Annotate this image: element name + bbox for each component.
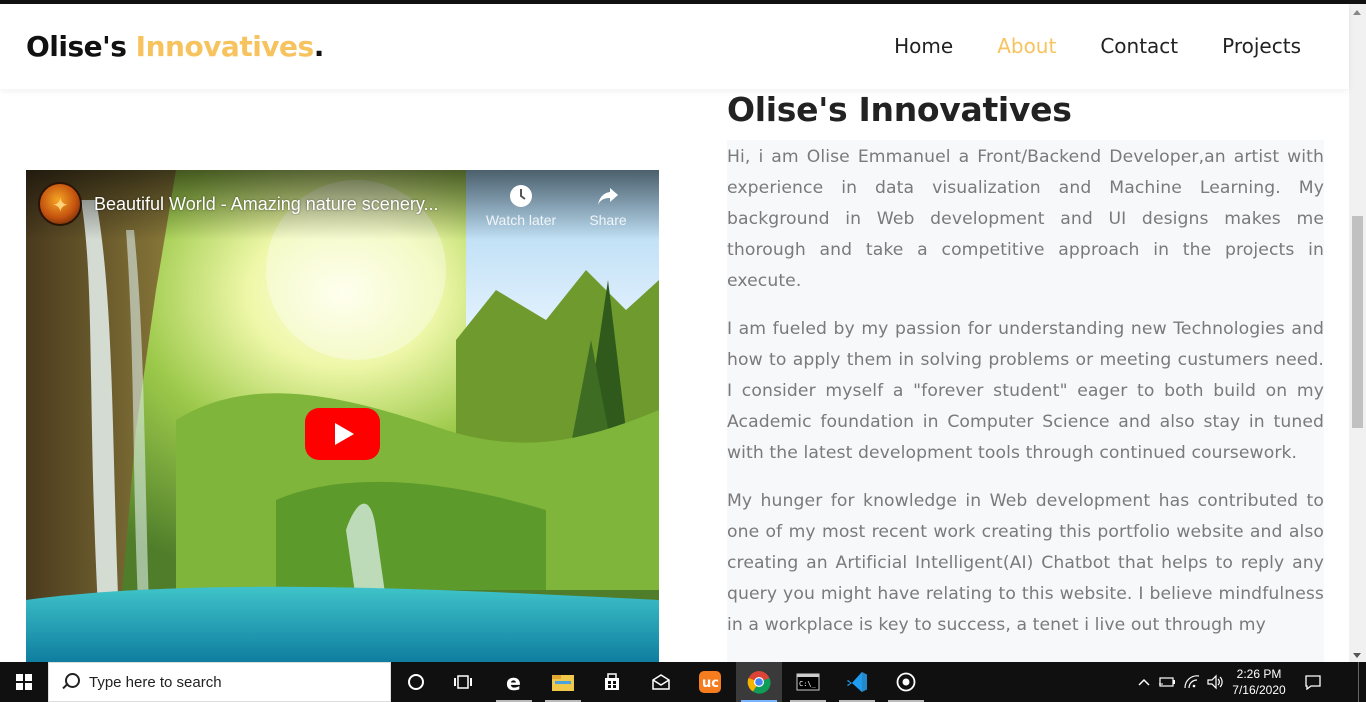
battery-tray[interactable] [1156,662,1178,702]
mail-icon [652,674,670,690]
page-scrollbar[interactable] [1349,4,1366,662]
about-paragraph: My hunger for knowledge in Web developme… [727,491,1324,635]
site-navbar: Olise's Innovatives. Home About Contact … [0,4,1349,89]
chevron-up-icon [1138,678,1150,686]
channel-avatar[interactable]: ✦ [38,182,82,226]
taskbar-app-vscode[interactable] [834,662,880,702]
clock-icon [510,185,532,207]
taskbar-app-file-explorer[interactable] [540,662,586,702]
cortana-icon [408,674,424,690]
windows-taskbar: Type here to search e uc C:\_ 2:26 PM 7/… [0,662,1366,702]
volume-tray[interactable] [1204,662,1226,702]
taskbar-search-box[interactable]: Type here to search [48,662,391,702]
vscode-icon [847,672,867,692]
store-icon [605,673,619,690]
nav-home[interactable]: Home [894,34,953,58]
search-placeholder: Type here to search [89,673,222,691]
cortana-button[interactable] [393,662,439,702]
channel-logo-icon: ✦ [52,193,69,217]
speaker-icon [1207,674,1223,690]
uc-browser-icon: uc [699,671,721,693]
network-tray[interactable] [1181,662,1203,702]
nav-projects[interactable]: Projects [1222,34,1301,58]
taskbar-app-obs[interactable] [883,662,929,702]
about-paragraph: I am fueled by my passion for understand… [727,319,1324,463]
nav-about[interactable]: About [997,34,1056,58]
svg-text:e: e [506,671,521,693]
watch-later-button[interactable]: Watch later [481,184,561,228]
task-view-icon [454,675,472,689]
clock-date: 7/16/2020 [1232,683,1286,697]
show-desktop-button[interactable] [1358,662,1366,702]
taskbar-app-chrome[interactable] [736,662,782,702]
brand-dot: . [313,30,325,63]
terminal-icon: C:\_ [796,673,820,691]
taskbar-app-uc-browser[interactable]: uc [687,662,733,702]
brand-name: Olise's [26,30,127,63]
taskbar-app-terminal[interactable]: C:\_ [785,662,831,702]
main-nav: Home About Contact Projects [850,34,1301,58]
scroll-down-icon[interactable] [1353,653,1361,658]
action-center-button[interactable] [1297,662,1329,702]
brand-accent: Innovatives [135,30,315,63]
svg-text:uc: uc [702,676,719,691]
edge-icon: e [506,671,521,693]
watch-later-label: Watch later [485,212,557,228]
taskbar-app-store[interactable] [589,662,635,702]
taskbar-app-edge[interactable]: e [491,662,537,702]
start-button[interactable] [0,662,48,702]
task-view-button[interactable] [440,662,486,702]
share-button[interactable]: Share [568,184,648,228]
wifi-icon [1184,675,1200,689]
scrollbar-thumb[interactable] [1352,216,1363,428]
clock-time: 2:26 PM [1236,667,1282,681]
play-button[interactable] [305,408,380,460]
about-text-block: Hi, i am Olise Emmanuel a Front/Backend … [727,140,1324,670]
svg-text:C:\_: C:\_ [799,680,817,688]
show-hidden-icons-button[interactable] [1134,662,1154,702]
windows-icon [16,674,32,690]
share-icon [598,188,618,205]
about-heading: Olise's Innovatives [727,90,1072,129]
taskbar-app-mail[interactable] [638,662,684,702]
video-title[interactable]: Beautiful World - Amazing nature scenery… [94,194,474,215]
share-label: Share [589,212,627,228]
battery-icon [1159,677,1175,687]
about-paragraph: Hi, i am Olise Emmanuel a Front/Backend … [727,147,1324,291]
notification-icon [1305,675,1321,690]
about-section: Olise's Innovatives Hi, i am Olise Emman… [727,88,1324,670]
scroll-up-icon[interactable] [1353,10,1361,15]
chrome-icon [747,671,771,694]
play-icon [335,423,354,445]
obs-icon [896,672,916,692]
youtube-embed[interactable]: ✦ Beautiful World - Amazing nature scene… [26,170,659,662]
taskbar-clock[interactable]: 2:26 PM 7/16/2020 [1224,662,1294,702]
search-icon [61,673,80,691]
site-logo[interactable]: Olise's Innovatives. [26,30,324,63]
file-explorer-icon [552,675,574,691]
nav-contact[interactable]: Contact [1100,34,1178,58]
